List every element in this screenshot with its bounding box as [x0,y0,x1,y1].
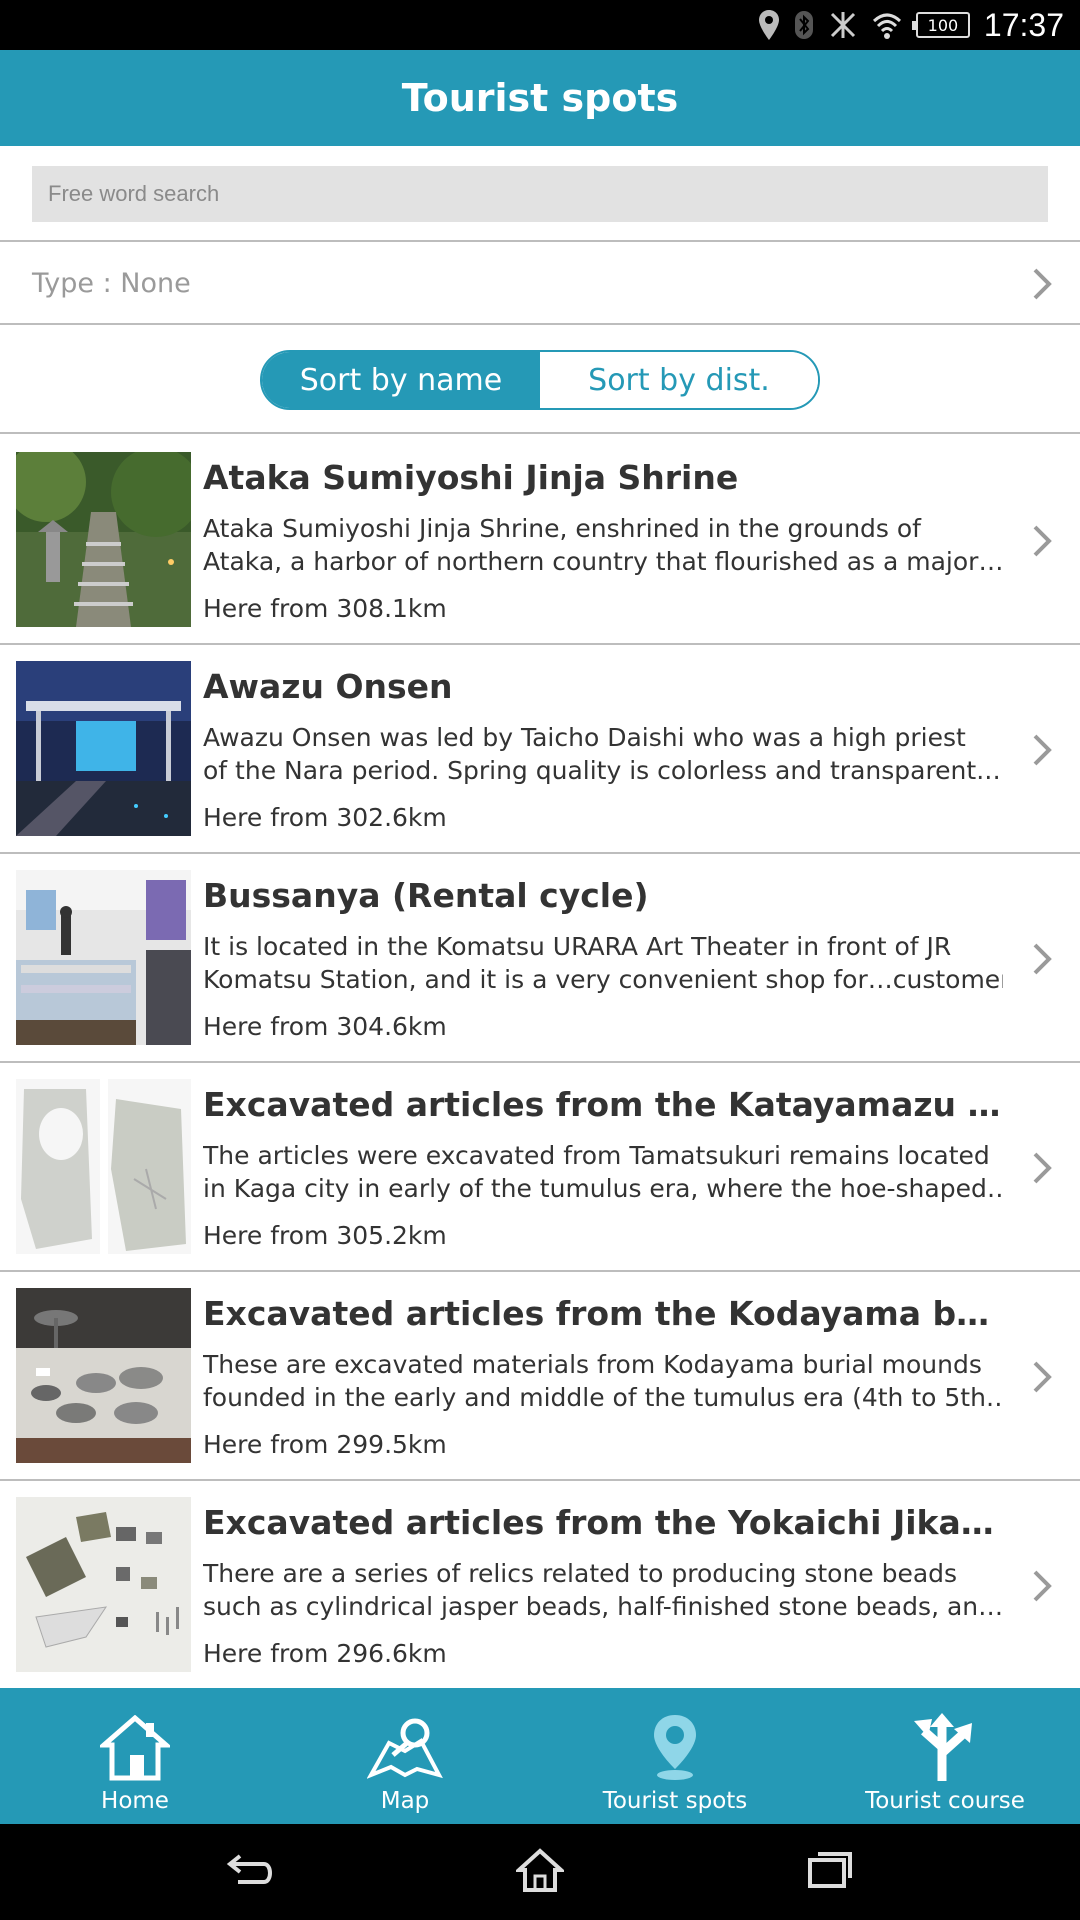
search-area [0,146,1080,242]
tab-label: Home [101,1788,169,1814]
spot-description-line: There are a series of relics related to … [203,1559,958,1588]
wifi-icon [872,13,901,39]
list-item[interactable]: Excavated articles from the Yokaichi Jik… [0,1481,1080,1688]
page-title: Tourist spots [401,76,679,120]
spot-description-line: such as cylindrical jasper beads, half-f… [203,1592,1003,1621]
list-item[interactable]: Bussanya (Rental cycle) It is located in… [0,854,1080,1063]
mute-icon [830,12,855,38]
location-icon [758,10,779,40]
spot-distance: Here from 305.2km [203,1221,447,1250]
pin-icon [654,1715,696,1780]
spot-description-line: Awazu Onsen was led by Taicho Daishi who… [203,723,966,752]
bluetooth-icon [794,11,813,39]
spot-title: Excavated articles from the Kodayama bur… [203,1294,1003,1333]
battery-icon: 100 [911,12,970,38]
spot-description-line: The articles were excavated from Tamatsu… [203,1141,990,1170]
spot-description: These are excavated materials from Koday… [203,1348,1003,1414]
status-time: 17:37 [983,6,1064,43]
tab-tourist-course[interactable]: Tourist course [810,1688,1080,1824]
spot-description: Ataka Sumiyoshi Jinja Shrine, enshrined … [203,512,1003,578]
tab-map[interactable]: Map [270,1688,540,1824]
chevron-right-icon [1033,1570,1052,1602]
recents-icon[interactable] [806,1848,854,1888]
status-bar: 100 17:37 [0,0,1080,50]
spot-thumbnail [16,1497,191,1672]
spot-list: Ataka Sumiyoshi Jinja Shrine Ataka Sumiy… [0,436,1080,1688]
back-icon[interactable] [226,1848,276,1888]
spot-description-line: in Kaga city in early of the tumulus era… [203,1174,1003,1203]
spot-description-line: It is located in the Komatsu URARA Art T… [203,932,952,961]
tab-label: Tourist spots [602,1788,748,1814]
bottom-tab-bar: Home Map Tourist spots Tourist course [0,1688,1080,1824]
chevron-right-icon [1033,1152,1052,1184]
signpost-icon [914,1713,972,1781]
tab-tourist-spots[interactable]: Tourist spots [540,1688,810,1824]
spot-title: Bussanya (Rental cycle) [203,876,649,915]
map-icon [367,1718,443,1779]
tab-label: Tourist course [865,1788,1025,1814]
spot-description-line: founded in the early and middle of the t… [203,1383,1003,1412]
spot-title: Awazu Onsen [203,667,453,706]
spot-thumbnail [16,1288,191,1463]
type-filter-label: Type : None [32,267,191,299]
spot-title: Excavated articles from the Katayamazu T… [203,1085,1003,1124]
list-item[interactable]: Awazu Onsen Awazu Onsen was led by Taich… [0,645,1080,854]
list-item[interactable]: Excavated articles from the Katayamazu T… [0,1063,1080,1272]
spot-distance: Here from 308.1km [203,594,447,623]
sort-by-name-button[interactable]: Sort by name [262,352,540,408]
sort-toggle: Sort by name Sort by dist. [260,350,820,410]
spot-title: Ataka Sumiyoshi Jinja Shrine [203,458,739,497]
spot-distance: Here from 296.6km [203,1639,447,1668]
tab-label: Map [380,1788,430,1814]
spot-description-line: of the Nara period. Spring quality is co… [203,756,1003,785]
spot-description: There are a series of relics related to … [203,1557,1003,1623]
chevron-right-icon [1033,1361,1052,1393]
system-nav-bar [0,1824,1080,1920]
spot-thumbnail [16,661,191,836]
spot-distance: Here from 299.5km [203,1430,447,1459]
chevron-right-icon [1033,525,1052,557]
type-filter-row[interactable]: Type : None [0,243,1080,325]
list-item[interactable]: Excavated articles from the Kodayama bur… [0,1272,1080,1481]
home-nav-icon[interactable] [516,1848,564,1892]
sort-row: Sort by name Sort by dist. [0,326,1080,434]
battery-level: 100 [927,15,959,35]
spot-thumbnail [16,870,191,1045]
home-icon [100,1715,170,1781]
search-input[interactable] [32,166,1048,222]
spot-description-line: Ataka, a harbor of northern country that… [203,547,1003,576]
spot-description: It is located in the Komatsu URARA Art T… [203,930,1003,996]
spot-title: Excavated articles from the Yokaichi Jik… [203,1503,1003,1542]
app-header: Tourist spots [0,50,1080,146]
spot-description-line: Komatsu Station, and it is a very conven… [203,965,1003,994]
chevron-right-icon [1033,943,1052,975]
sort-by-distance-button[interactable]: Sort by dist. [540,352,818,408]
chevron-right-icon [1033,734,1052,766]
spot-description-line: These are excavated materials from Koday… [203,1350,982,1379]
spot-distance: Here from 302.6km [203,803,447,832]
spot-description: Awazu Onsen was led by Taicho Daishi who… [203,721,1003,787]
tab-home[interactable]: Home [0,1688,270,1824]
spot-thumbnail [16,1079,191,1254]
list-item[interactable]: Ataka Sumiyoshi Jinja Shrine Ataka Sumiy… [0,436,1080,645]
chevron-right-icon [1033,268,1052,300]
spot-thumbnail [16,452,191,627]
spot-distance: Here from 304.6km [203,1012,447,1041]
spot-description-line: Ataka Sumiyoshi Jinja Shrine, enshrined … [203,514,921,543]
spot-description: The articles were excavated from Tamatsu… [203,1139,1003,1205]
